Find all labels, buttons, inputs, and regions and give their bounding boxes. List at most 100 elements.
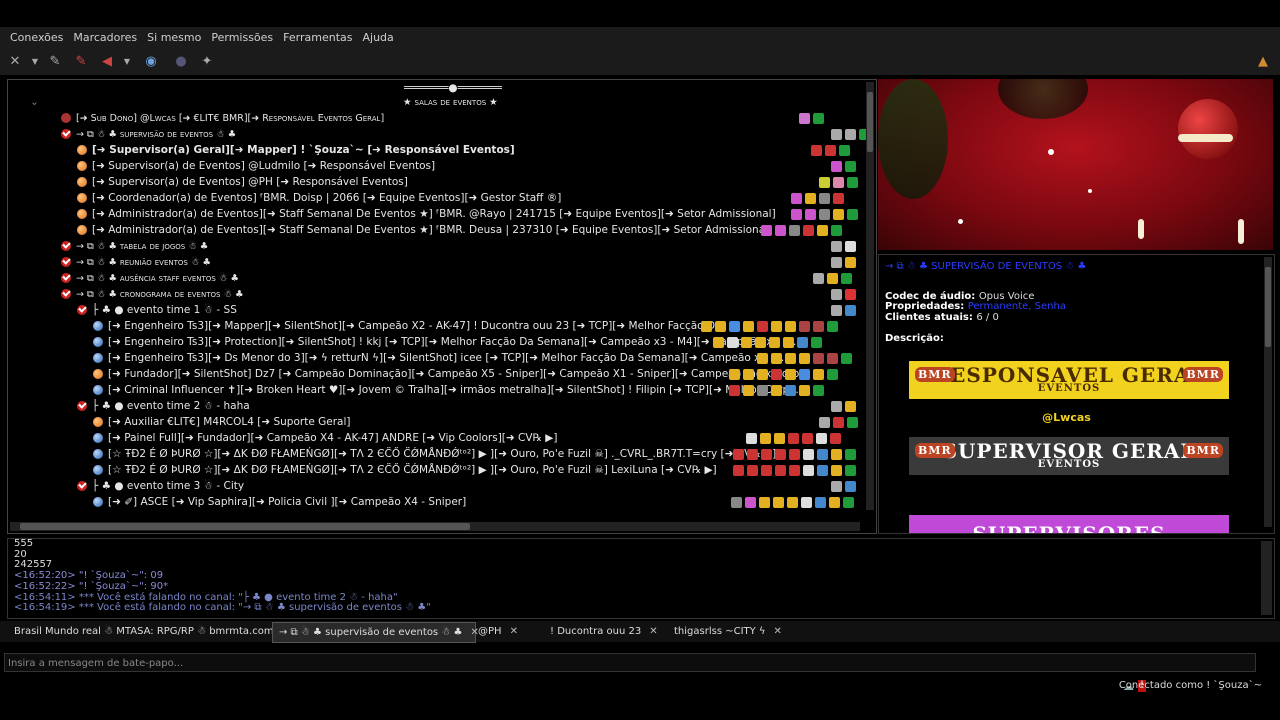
dropdown-arrow-icon[interactable]: ▼	[30, 50, 40, 72]
menu-ajuda[interactable]: Ajuda	[363, 31, 394, 44]
menu-permissoes[interactable]: Permissões	[211, 31, 273, 44]
badge-icons	[701, 318, 838, 334]
item-label: ├ ♣ ● evento time 1 ☃ - SS	[92, 304, 237, 316]
badge-icon	[813, 112, 824, 124]
badge-icons	[733, 462, 856, 478]
item-label: → ⧉ ☃ ♣ reunião eventos ☃ ♣	[76, 257, 211, 268]
close-tab-icon[interactable]: ✕	[774, 626, 782, 637]
chat-tab[interactable]: @PH ✕	[472, 622, 546, 641]
menu-ferramentas[interactable]: Ferramentas	[283, 31, 352, 44]
channel-icon	[61, 273, 71, 283]
badge-icon	[803, 448, 814, 460]
item-label: [➜ Administrador(a) de Eventos][➜ Staff …	[92, 224, 773, 236]
badge-icons	[811, 142, 850, 158]
badge-icon	[817, 448, 828, 460]
badge-icon	[805, 192, 816, 204]
client-item[interactable]: [➜ Fundador][➜ SilentShot] Dz7 [➜ Campeã…	[93, 366, 803, 382]
clients-label: Clientes atuais:	[885, 312, 973, 323]
chat-tab[interactable]: → ⧉ ☃ ♣ supervisão de eventos ☃ ♣ ✕	[272, 622, 479, 643]
menu-conexoes[interactable]: Conexões	[10, 31, 63, 44]
client-item[interactable]: [➜ Supervisor(a) de Eventos] @Ludmilo [➜…	[77, 158, 435, 174]
channel-item[interactable]: ├ ♣ ● evento time 3 ☃ - City	[77, 478, 244, 494]
client-item[interactable]: [➜ Painel Full][➜ Fundador][➜ Campeão X4…	[93, 430, 557, 446]
badge-icon	[757, 368, 768, 380]
channel-icon	[77, 401, 87, 411]
client-item[interactable]: [☆ ŦĐ2 É Ø ÞURØ ☆][➜ ΔK ĐØ FŁAMEŃGØ][➜ T…	[93, 446, 776, 462]
client-item[interactable]: [➜ Engenheiro Ts3][➜ Mapper][➜ SilentSho…	[93, 318, 725, 334]
client-item[interactable]: [➜ Engenheiro Ts3][➜ Ds Menor do 3][➜ ϟ …	[93, 350, 788, 366]
close-tab-icon[interactable]: ✕	[649, 626, 657, 637]
badge-icon	[761, 448, 772, 460]
channel-tree[interactable]: ═══════●═══════ ★ salas de eventos ★ ⌄ […	[7, 79, 877, 534]
view-icon[interactable]: ◉	[140, 50, 162, 72]
client-item[interactable]: [➜ Auxiliar €LIT€] M4RCOL4 [➜ Suporte Ge…	[93, 414, 351, 430]
tree-header: ★ salas de eventos ★	[403, 97, 498, 108]
badge-icon	[845, 128, 856, 140]
info-scrollbar[interactable]	[1264, 257, 1272, 527]
item-label: [➜ Administrador(a) de Eventos][➜ Staff …	[92, 208, 776, 220]
client-item[interactable]: [➜ Administrador(a) de Eventos][➜ Staff …	[77, 222, 772, 238]
client-icon	[93, 321, 103, 331]
channel-item[interactable]: → ⧉ ☃ ♣ supervisão de eventos ☃ ♣	[61, 126, 236, 142]
chat-tabs: Brasil Mundo real ☃ MTASA: RPG/RP ☃ bmrm…	[0, 621, 1280, 643]
channel-icon	[61, 129, 71, 139]
menu-si-mesmo[interactable]: Si mesmo	[147, 31, 201, 44]
badge-icon	[845, 240, 856, 252]
away-icon[interactable]: ✎	[44, 50, 66, 72]
badge-icon	[831, 288, 842, 300]
badge-icon	[727, 336, 738, 348]
badge-icons	[813, 270, 852, 286]
tree-expand-icon[interactable]: ⌄	[30, 94, 39, 110]
channel-item[interactable]: ├ ♣ ● evento time 2 ☃ - haha	[77, 398, 250, 414]
badge-icon	[774, 432, 785, 444]
client-item[interactable]: [➜ Supervisor(a) Geral][➜ Mapper] ! `Şou…	[77, 142, 515, 158]
badge-icon	[771, 352, 782, 364]
client-item[interactable]: [➜ Sub Dono] @Lwcas [➜ €LIT€ BMR][➜ Resp…	[61, 110, 384, 126]
close-tab-icon[interactable]: ✕	[510, 626, 518, 637]
chat-scrollbar[interactable]	[1261, 541, 1272, 615]
chat-tab[interactable]: thigasrlss ~CITY ϟ ✕	[668, 622, 810, 641]
client-item[interactable]: [➜ Engenheiro Ts3][➜ Protection][➜ Silen…	[93, 334, 800, 350]
badge-icon	[785, 320, 796, 332]
channel-item[interactable]: → ⧉ ☃ ♣ tabela de jogos ☃ ♣	[61, 238, 208, 254]
channel-item[interactable]: → ⧉ ☃ ♣ ausência staff eventos ☃ ♣	[61, 270, 239, 286]
chat-tab[interactable]: ! Ducontra ouu 23 ✕	[544, 622, 670, 641]
badge-icon	[831, 448, 842, 460]
client-item[interactable]: [➜ Administrador(a) de Eventos][➜ Staff …	[77, 206, 776, 222]
client-item[interactable]: [➜ ✐] ASCE [➜ Vip Saphira][➜ Policia Civ…	[93, 494, 466, 510]
tree-hscrollbar[interactable]	[10, 522, 860, 531]
client-item[interactable]: [➜ Coordenador(a) de Eventos] ᶠBMR. Dois…	[77, 190, 561, 206]
menu-marcadores[interactable]: Marcadores	[73, 31, 137, 44]
disconnect-icon[interactable]: ✕	[4, 50, 26, 72]
tree-scrollbar[interactable]	[866, 82, 874, 510]
client-icon	[93, 449, 103, 459]
badge-icon	[791, 208, 802, 220]
chat-tab[interactable]: Brasil Mundo real ☃ MTASA: RPG/RP ☃ bmrm…	[8, 622, 287, 641]
badge-icon	[743, 320, 754, 332]
mute-speaker-icon[interactable]: ◀	[96, 50, 118, 72]
badge-icon	[811, 336, 822, 348]
client-item[interactable]: [➜ Supervisor(a) de Eventos] @PH [➜ Resp…	[77, 174, 408, 190]
badge-icon	[819, 208, 830, 220]
badge-icon	[845, 256, 856, 268]
channel-item[interactable]: → ⧉ ☃ ♣ cronograma de eventos ☃ ♣	[61, 286, 244, 302]
badge-icon	[833, 416, 844, 428]
channel-item[interactable]: → ⧉ ☃ ♣ reunião eventos ☃ ♣	[61, 254, 211, 270]
client-item[interactable]: [☆ ŦĐ2 É Ø ÞURØ ☆][➜ ΔK ĐØ FŁAMEŃGØ][➜ T…	[93, 462, 717, 478]
banner-supervisores: SUPERVISORES	[909, 515, 1229, 533]
channel-item[interactable]: ├ ♣ ● evento time 1 ☃ - SS	[77, 302, 237, 318]
item-label: [➜ Supervisor(a) de Eventos] @PH [➜ Resp…	[92, 176, 408, 188]
badge-icons	[729, 382, 824, 398]
chat-line: 555	[14, 538, 34, 549]
badge-icon	[847, 176, 858, 188]
client-item[interactable]: [➜ Criminal Influencer ✝][➜ Broken Heart…	[93, 382, 805, 398]
item-label: → ⧉ ☃ ♣ tabela de jogos ☃ ♣	[76, 241, 209, 252]
contacts-icon[interactable]: ●	[170, 50, 192, 72]
mute-microphone-icon[interactable]: ✎	[70, 50, 92, 72]
whisper-icon[interactable]: ✦	[196, 50, 218, 72]
chat-input[interactable]: Insira a mensagem de bate-papo...	[4, 653, 1256, 672]
badge-icons	[831, 158, 856, 174]
item-label: → ⧉ ☃ ♣ ausência staff eventos ☃ ♣	[76, 273, 239, 284]
badge-icon	[831, 400, 842, 412]
dropdown-arrow-icon[interactable]: ▼	[122, 50, 132, 72]
